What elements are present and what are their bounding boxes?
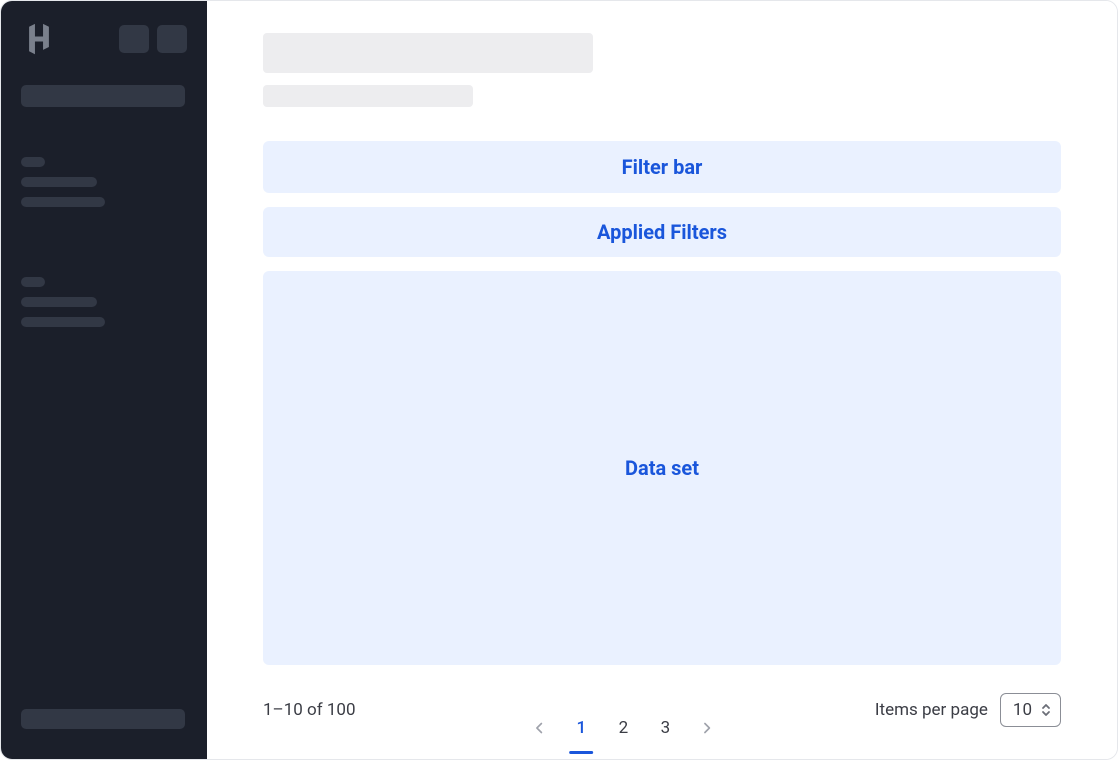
page-subtitle-skeleton — [263, 85, 473, 107]
pagination-page-1[interactable]: 1 — [563, 710, 599, 746]
items-per-page: Items per page 10 — [875, 693, 1061, 727]
sidebar-header-button-2[interactable] — [157, 25, 187, 53]
sidebar-nav-item[interactable] — [21, 85, 185, 107]
items-per-page-label: Items per page — [875, 700, 988, 720]
pagination-page-3[interactable]: 3 — [647, 710, 683, 746]
select-arrows-icon — [1040, 702, 1052, 718]
sidebar-nav-item[interactable] — [21, 317, 105, 327]
filter-bar-label: Filter bar — [622, 155, 703, 179]
sidebar-nav-item[interactable] — [21, 297, 97, 307]
chevron-right-icon — [698, 719, 716, 737]
applied-filters-label: Applied Filters — [597, 220, 727, 244]
sidebar-header — [21, 21, 187, 57]
pagination-controls: 1 2 3 — [521, 710, 725, 746]
sidebar-footer-item[interactable] — [21, 709, 185, 729]
data-set-placeholder: Data set — [263, 271, 1061, 665]
sidebar — [1, 1, 207, 759]
items-per-page-select[interactable]: 10 — [1000, 693, 1061, 727]
items-per-page-value: 10 — [1013, 700, 1032, 720]
applied-filters-placeholder: Applied Filters — [263, 207, 1061, 257]
chevron-left-icon — [530, 719, 548, 737]
pagination-range: 1–10 of 100 — [263, 700, 356, 720]
pagination-next-button[interactable] — [689, 710, 725, 746]
filter-bar-placeholder: Filter bar — [263, 141, 1061, 193]
app-shell: Filter bar Applied Filters Data set 1–10… — [0, 0, 1118, 760]
main-content: Filter bar Applied Filters Data set 1–10… — [207, 1, 1117, 759]
sidebar-header-button-1[interactable] — [119, 25, 149, 53]
sidebar-nav-item[interactable] — [21, 197, 105, 207]
hashicorp-logo-icon — [21, 21, 57, 57]
sidebar-nav-item[interactable] — [21, 177, 97, 187]
sidebar-section-label — [21, 277, 45, 287]
sidebar-section-label — [21, 157, 45, 167]
pagination-prev-button[interactable] — [521, 710, 557, 746]
pagination-page-2[interactable]: 2 — [605, 710, 641, 746]
page-title-skeleton — [263, 33, 593, 73]
pagination: 1–10 of 100 1 2 3 — [263, 693, 1061, 727]
data-set-label: Data set — [625, 456, 699, 480]
